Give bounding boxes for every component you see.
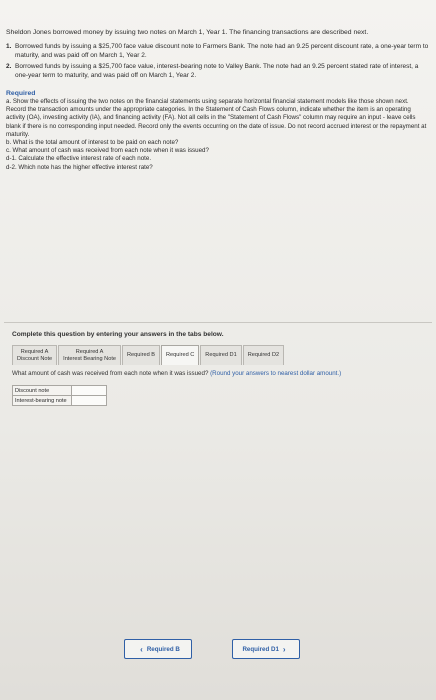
question-text: What amount of cash was received from ea… [12,370,341,377]
tab-label: Required D1 [205,352,237,359]
discount-note-input[interactable] [71,385,107,396]
tab-required-a-discount[interactable]: Required A Discount Note [12,345,58,365]
table-row: Interest-bearing note [12,395,107,406]
required-heading: Required [6,90,36,97]
list-item: 1. Borrowed funds by issuing a $25,700 f… [6,43,430,60]
prev-button[interactable]: ‹ Required B [124,639,192,659]
required-tabs: Required A Discount Note Required A Inte… [12,345,285,365]
tab-label: Required D2 [247,352,280,359]
answer-panel: Complete this question by entering your … [4,322,432,695]
prev-label: Required B [146,645,180,653]
row-label: Interest-bearing note [12,395,72,406]
tab-required-a-interest[interactable]: Required A Interest Bearing Note [58,345,121,365]
tab-label: Required A [20,349,49,355]
panel-instruction: Complete this question by entering your … [12,331,224,338]
intro-text: Sheldon Jones borrowed money by issuing … [6,29,369,36]
tab-required-b[interactable]: Required B [122,345,160,365]
item-text: Borrowed funds by issuing a $25,700 face… [15,63,419,79]
page: Sheldon Jones borrowed money by issuing … [0,0,436,700]
tab-label: Required C [166,352,195,359]
item-text: Borrowed funds by issuing a $25,700 face… [15,43,429,59]
tab-label: Discount Note [17,355,53,362]
item-number: 1. [6,43,12,50]
chevron-right-icon: › [282,644,286,654]
transaction-list: 1. Borrowed funds by issuing a $25,700 f… [6,43,430,80]
interest-note-input[interactable] [71,395,107,406]
answer-table: Discount note Interest-bearing note [12,385,107,406]
required-b: b. What is the total amount of interest … [6,139,179,147]
required-a: a. Show the effects of issuing the two n… [6,98,427,138]
tab-required-d1[interactable]: Required D1 [200,345,242,365]
tab-required-d2[interactable]: Required D2 [242,345,285,365]
item-number: 2. [6,63,12,70]
tab-required-c[interactable]: Required C [161,345,200,365]
row-label: Discount note [12,385,72,396]
required-list: a. Show the effects of issuing the two n… [6,98,430,172]
next-label: Required D1 [242,645,279,653]
chevron-left-icon: ‹ [140,644,143,654]
required-c: c. What amount of cash was received from… [6,147,209,155]
rounding-hint: (Round your answers to nearest dollar am… [210,370,342,377]
question-prompt: What amount of cash was received from ea… [12,370,209,377]
required-d1: d-1. Calculate the effective interest ra… [6,155,152,163]
next-button[interactable]: Required D1 › [232,639,300,659]
list-item: 2. Borrowed funds by issuing a $25,700 f… [6,63,430,80]
tab-label: Interest Bearing Note [63,355,116,362]
tab-label: Required B [127,352,155,359]
table-row: Discount note [12,385,107,396]
problem-text: Sheldon Jones borrowed money by issuing … [6,28,430,172]
required-d2: d-2. Which note has the higher effective… [6,163,153,171]
